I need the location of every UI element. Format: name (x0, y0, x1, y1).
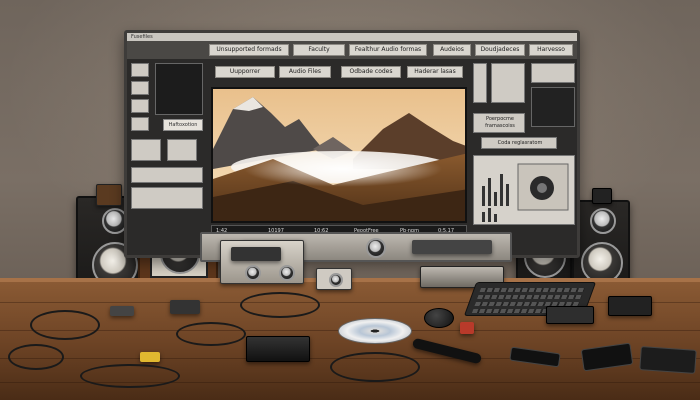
panel-button[interactable] (531, 63, 575, 83)
panel-thumb[interactable] (167, 139, 197, 161)
tool-uupporrer[interactable]: Uupporrer (215, 66, 275, 78)
menu-harvesso[interactable]: Harvesso (529, 44, 573, 56)
panel-controls[interactable] (131, 187, 203, 209)
cable-coil (330, 352, 420, 382)
deck-knob (279, 265, 295, 281)
equalizer-panel[interactable] (473, 155, 575, 225)
key-row (477, 295, 583, 299)
small-speaker-top (96, 184, 122, 206)
panel-thumb[interactable] (131, 99, 149, 113)
wood-grain (0, 302, 700, 303)
menu-doudjadeces[interactable]: Doudjadeces (475, 44, 525, 56)
tool-odbade-codes[interactable]: Odbade codes (341, 66, 401, 78)
rack-display (412, 240, 492, 254)
tool-audio-files[interactable]: Audio Files (279, 66, 331, 78)
left-panel: Haftoxotion (131, 63, 203, 223)
red-component (460, 322, 474, 334)
panel-display (531, 87, 575, 127)
tool-haderar-lasas[interactable]: Haderar lasas (407, 66, 463, 78)
cassette-window (231, 247, 281, 261)
small-gadget (170, 300, 200, 314)
cassette-deck (220, 240, 304, 284)
tablet (639, 346, 697, 374)
key-row (479, 288, 586, 292)
menu-audeios[interactable]: Audeios (433, 44, 471, 56)
compact-disc (338, 318, 412, 344)
codec-button[interactable]: Coda reglasratom (481, 137, 557, 149)
usb-hub (246, 336, 310, 362)
menu-unsupported-formats[interactable]: Unsupported formads (209, 44, 289, 56)
panel-thumb[interactable] (131, 81, 149, 95)
window-title: Fusefiles (127, 33, 577, 41)
codec-button-label: Coda reglasratom (497, 140, 543, 146)
panel-thumb[interactable] (131, 117, 149, 131)
yellow-adapter (140, 352, 160, 362)
panel-note-box: Poerpocme framascoiss (473, 113, 525, 133)
panel-controls[interactable] (131, 167, 203, 183)
camera-lens (329, 273, 343, 287)
cable-coil (176, 322, 246, 346)
menu-bar: Unsupported formads Faculty Fealthur Aud… (127, 41, 577, 59)
toolbar: Uupporrer Audio Files Odbade codes Hader… (207, 63, 477, 81)
panel-thumb[interactable] (131, 63, 149, 77)
black-gadget (608, 296, 652, 316)
menu-audio-formats[interactable]: Fealthur Audio formas (349, 44, 427, 56)
small-gadget (110, 306, 134, 316)
video-viewport[interactable] (211, 87, 467, 223)
speaker-tweeter (590, 208, 616, 234)
cable-coil (80, 364, 180, 388)
menu-faculty[interactable]: Faculty (293, 44, 345, 56)
small-speaker-top (592, 188, 612, 204)
cable-coil (240, 292, 320, 318)
right-panel: Poerpocme framascoiss Coda reglasratom (473, 63, 577, 233)
monitor: Fusefiles Unsupported formads Faculty Fe… (124, 30, 580, 258)
cable-coil (30, 310, 100, 340)
panel-note: Poerpocme framascoiss (485, 116, 515, 129)
panel-slider[interactable] (473, 63, 487, 103)
fog-layer (243, 151, 443, 187)
panel-preview-dark (155, 63, 203, 115)
panel-label: Haftoxotion (163, 119, 203, 131)
panel-thumb[interactable] (131, 139, 161, 161)
cable-coil (8, 344, 64, 370)
card-reader (546, 306, 594, 324)
rack-speaker (366, 238, 386, 258)
deck-knob (245, 265, 261, 281)
computer-mouse (424, 308, 454, 328)
camera (316, 268, 352, 290)
panel-knobs[interactable] (491, 63, 525, 103)
equalizer-bars (482, 163, 569, 222)
